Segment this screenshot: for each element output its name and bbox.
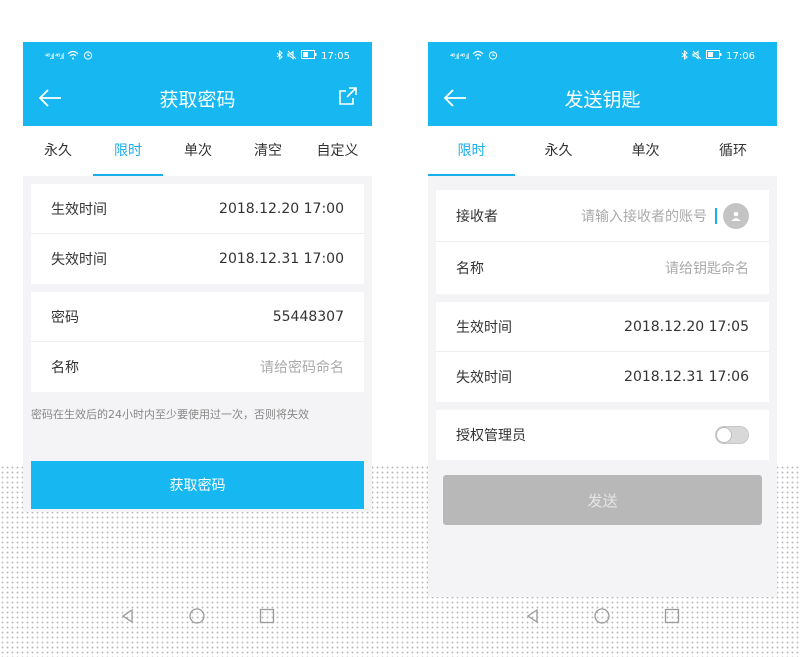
start-time-label: 生效时间 [456, 319, 512, 336]
tab-custom[interactable]: 自定义 [303, 126, 372, 176]
status-bar: ⁴⁶.ıl ⁴⁶.ıl 17:05 [23, 42, 372, 70]
end-time-value: 2018.12.31 17:00 [219, 251, 344, 267]
start-time-label: 生效时间 [51, 201, 107, 218]
status-bar: ⁴⁶.ıl ⁴⁶.ıl 17:06 [428, 42, 777, 70]
name-input[interactable]: 请给钥匙命名 [665, 258, 749, 278]
nav-home-icon[interactable] [188, 607, 206, 625]
wifi-icon [67, 50, 79, 63]
get-password-button[interactable]: 获取密码 [31, 461, 364, 509]
form-body: 生效时间 2018.12.20 17:00 失效时间 2018.12.31 17… [23, 176, 372, 512]
receiver-input[interactable]: 请输入接收者的账号 [581, 206, 707, 226]
admin-toggle[interactable] [715, 426, 749, 444]
tab-clear[interactable]: 清空 [233, 126, 303, 176]
alarm-icon [83, 50, 93, 63]
title-bar: 发送钥匙 [428, 70, 777, 126]
name-row[interactable]: 名称 请给钥匙命名 [436, 242, 769, 294]
password-label: 密码 [51, 309, 79, 326]
toggle-knob [716, 427, 732, 443]
clock-time: 17:06 [726, 50, 755, 62]
page-title: 发送钥匙 [564, 88, 641, 111]
form-body: 接收者 请输入接收者的账号 名称 请给钥匙命名 生效时间 2018.12.20 … [428, 176, 777, 466]
end-time-row[interactable]: 失效时间 2018.12.31 17:06 [436, 352, 769, 402]
tab-permanent[interactable]: 永久 [23, 126, 93, 176]
nav-back-icon[interactable] [119, 607, 137, 625]
receiver-label: 接收者 [456, 208, 498, 225]
tab-recurring[interactable]: 循环 [689, 126, 777, 176]
nav-recent-icon[interactable] [258, 607, 276, 625]
name-label: 名称 [51, 360, 79, 376]
wifi-icon [472, 50, 484, 63]
battery-icon [706, 50, 722, 62]
receiver-row[interactable]: 接收者 请输入接收者的账号 [436, 190, 769, 242]
password-card: 密码 55448307 名称 请给密码命名 [31, 292, 364, 392]
start-time-row[interactable]: 生效时间 2018.12.20 17:00 [31, 184, 364, 234]
get-password-screen: ⁴⁶.ıl ⁴⁶.ıl 17:05 获取密码 永久 限时 单次 清空 自定义 生… [23, 42, 372, 512]
admin-row: 授权管理员 [436, 410, 769, 460]
tab-single[interactable]: 单次 [602, 126, 689, 176]
share-icon[interactable] [338, 86, 358, 106]
mute-icon [692, 49, 702, 63]
tab-time-limited[interactable]: 限时 [428, 126, 515, 176]
password-value: 55448307 [272, 308, 344, 325]
left-navigation-bar [23, 607, 372, 625]
admin-card: 授权管理员 [436, 410, 769, 460]
end-time-value: 2018.12.31 17:06 [624, 369, 749, 385]
time-card: 生效时间 2018.12.20 17:05 失效时间 2018.12.31 17… [436, 302, 769, 402]
back-arrow-icon[interactable] [37, 86, 63, 110]
time-card: 生效时间 2018.12.20 17:00 失效时间 2018.12.31 17… [31, 184, 364, 284]
password-note: 密码在生效后的24小时内至少要使用过一次，否则将失效 [31, 408, 309, 421]
nav-back-icon[interactable] [524, 607, 542, 625]
name-label: 名称 [456, 261, 484, 277]
right-navigation-bar [428, 607, 777, 625]
name-input[interactable]: 请给密码命名 [260, 357, 344, 377]
name-row[interactable]: 名称 请给密码命名 [31, 342, 364, 392]
tab-single[interactable]: 单次 [163, 126, 233, 176]
start-time-row[interactable]: 生效时间 2018.12.20 17:05 [436, 302, 769, 352]
clock-time: 17:05 [321, 50, 350, 62]
battery-icon [301, 50, 317, 62]
alarm-icon [488, 50, 498, 63]
nav-recent-icon[interactable] [663, 607, 681, 625]
send-key-screen: ⁴⁶.ıl ⁴⁶.ıl 17:06 发送钥匙 限时 永久 单次 循环 接收者 请… [428, 42, 777, 597]
text-cursor [715, 207, 717, 224]
send-button[interactable]: 发送 [443, 475, 762, 525]
back-arrow-icon[interactable] [442, 86, 468, 110]
tab-permanent[interactable]: 永久 [515, 126, 602, 176]
mute-icon [287, 49, 297, 63]
password-row: 密码 55448307 [31, 292, 364, 342]
start-time-value: 2018.12.20 17:00 [219, 200, 344, 217]
bluetooth-icon [276, 49, 283, 63]
signal-text: ⁴⁶.ıl ⁴⁶.ıl [45, 51, 64, 61]
start-time-value: 2018.12.20 17:05 [624, 318, 749, 335]
page-title: 获取密码 [159, 88, 236, 111]
tab-bar: 限时 永久 单次 循环 [428, 126, 777, 176]
signal-text: ⁴⁶.ıl ⁴⁶.ıl [450, 51, 469, 61]
end-time-label: 失效时间 [51, 252, 107, 268]
nav-home-icon[interactable] [593, 607, 611, 625]
admin-label: 授权管理员 [456, 428, 526, 444]
tab-bar: 永久 限时 单次 清空 自定义 [23, 126, 372, 176]
contact-icon[interactable] [723, 202, 749, 229]
end-time-label: 失效时间 [456, 370, 512, 386]
title-bar: 获取密码 [23, 70, 372, 126]
receiver-card: 接收者 请输入接收者的账号 名称 请给钥匙命名 [436, 190, 769, 294]
end-time-row[interactable]: 失效时间 2018.12.31 17:00 [31, 234, 364, 284]
bluetooth-icon [681, 49, 688, 63]
tab-time-limited[interactable]: 限时 [93, 126, 163, 176]
